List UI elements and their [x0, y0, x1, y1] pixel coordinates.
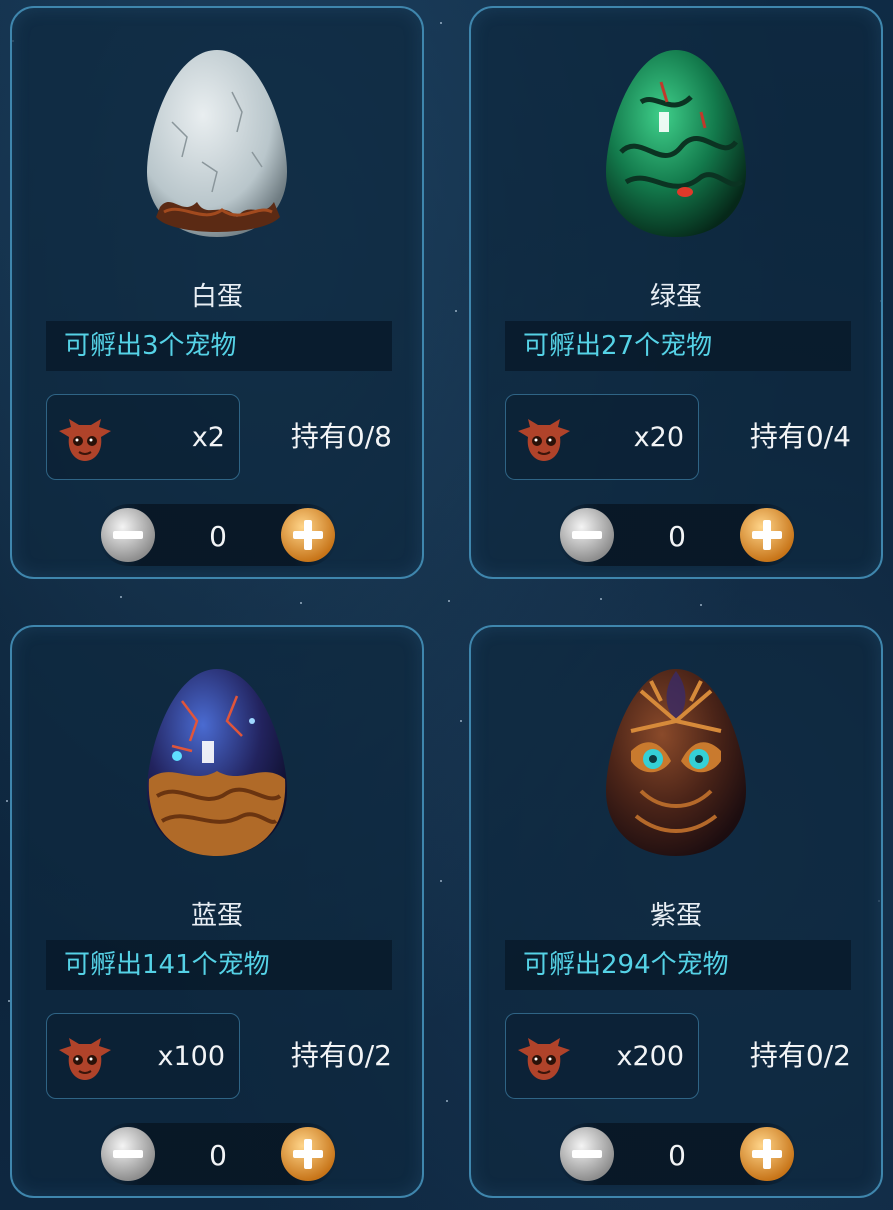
plus-icon — [740, 1127, 794, 1181]
quantity-value: 0 — [209, 520, 227, 553]
plus-button[interactable] — [278, 1124, 338, 1184]
plus-icon — [281, 508, 335, 562]
egg-name: 蓝蛋 — [190, 901, 243, 931]
owned-count: 持有0/2 — [749, 1039, 851, 1072]
cost-quantity: x100 — [157, 1041, 225, 1072]
blue-egg-image — [142, 661, 292, 861]
hatch-count-text: 可孵出3个宠物 — [46, 321, 392, 371]
hatch-count-text: 可孵出27个宠物 — [505, 321, 851, 371]
minus-button[interactable] — [98, 505, 158, 565]
minus-button[interactable] — [557, 1124, 617, 1184]
owned-count: 持有0/8 — [290, 420, 392, 453]
plus-icon — [740, 508, 794, 562]
plus-button[interactable] — [737, 1124, 797, 1184]
egg-name: 绿蛋 — [649, 282, 702, 312]
quantity-value: 0 — [668, 1139, 686, 1172]
green-egg-image — [601, 42, 751, 242]
minus-icon — [101, 508, 155, 562]
cost-quantity: x20 — [633, 422, 684, 453]
demon-face-icon — [514, 1030, 574, 1082]
egg-card-green: 绿蛋 可孵出27个宠物 x20 持有0/4 0 — [469, 6, 883, 579]
demon-face-icon — [55, 411, 115, 463]
cost-box: x100 — [46, 1013, 240, 1099]
purple-egg-image — [601, 661, 751, 861]
quantity-stepper: 0 — [98, 1123, 338, 1185]
plus-icon — [281, 1127, 335, 1181]
quantity-stepper: 0 — [98, 504, 338, 566]
plus-button[interactable] — [737, 505, 797, 565]
minus-button[interactable] — [98, 1124, 158, 1184]
quantity-value: 0 — [668, 520, 686, 553]
cost-box: x20 — [505, 394, 699, 480]
owned-count: 持有0/2 — [290, 1039, 392, 1072]
demon-face-icon — [55, 1030, 115, 1082]
egg-name: 白蛋 — [190, 282, 243, 312]
minus-icon — [560, 1127, 614, 1181]
owned-count: 持有0/4 — [749, 420, 851, 453]
hatch-count-text: 可孵出141个宠物 — [46, 940, 392, 990]
plus-button[interactable] — [278, 505, 338, 565]
minus-icon — [101, 1127, 155, 1181]
minus-icon — [560, 508, 614, 562]
egg-card-purple: 紫蛋 可孵出294个宠物 x200 持有0/2 0 — [469, 625, 883, 1198]
cost-box: x200 — [505, 1013, 699, 1099]
minus-button[interactable] — [557, 505, 617, 565]
quantity-stepper: 0 — [557, 1123, 797, 1185]
demon-face-icon — [514, 411, 574, 463]
hatch-count-text: 可孵出294个宠物 — [505, 940, 851, 990]
quantity-value: 0 — [209, 1139, 227, 1172]
egg-card-white: 白蛋 可孵出3个宠物 x2 持有0/8 0 — [10, 6, 424, 579]
cost-box: x2 — [46, 394, 240, 480]
quantity-stepper: 0 — [557, 504, 797, 566]
cost-quantity: x2 — [191, 422, 225, 453]
egg-card-blue: 蓝蛋 可孵出141个宠物 x100 持有0/2 0 — [10, 625, 424, 1198]
egg-name: 紫蛋 — [649, 901, 702, 931]
cost-quantity: x200 — [616, 1041, 684, 1072]
white-egg-image — [142, 42, 292, 242]
